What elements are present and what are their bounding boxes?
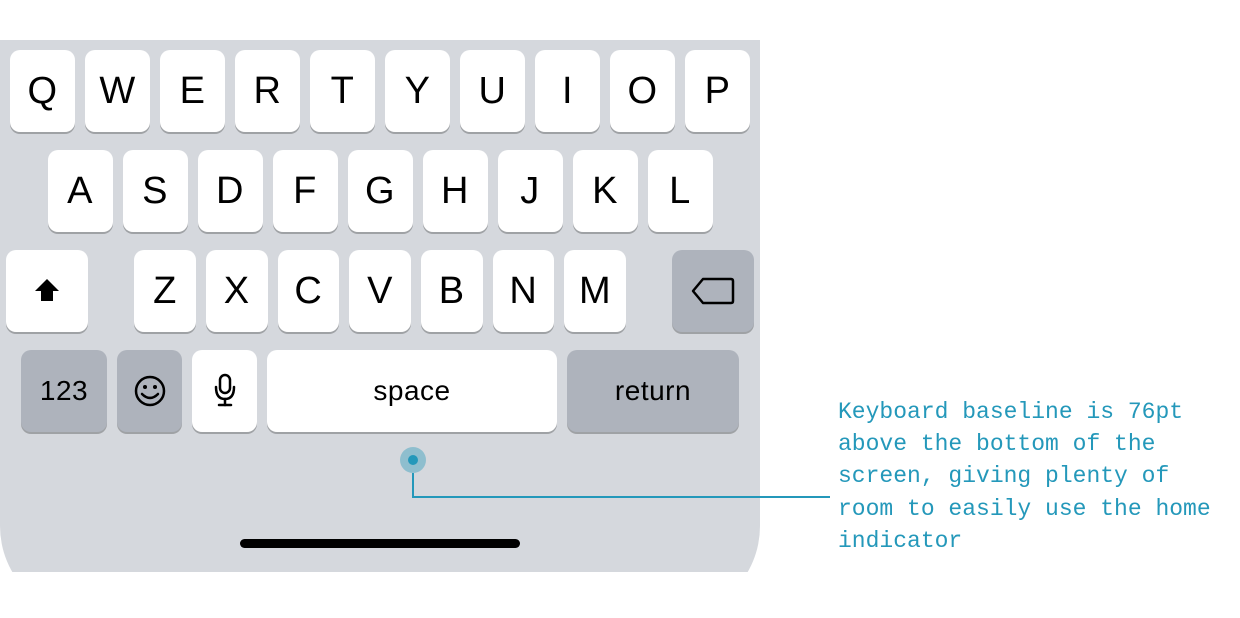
callout-line-vertical	[412, 473, 414, 497]
key-d[interactable]: D	[198, 150, 263, 232]
key-t[interactable]: T	[310, 50, 375, 132]
key-h[interactable]: H	[423, 150, 488, 232]
phone-frame: Q W E R T Y U I O P A S D F G H J K L	[0, 0, 760, 618]
key-e[interactable]: E	[160, 50, 225, 132]
content-area	[10, 0, 750, 40]
key-q[interactable]: Q	[10, 50, 75, 132]
key-w[interactable]: W	[85, 50, 150, 132]
key-b[interactable]: B	[421, 250, 483, 332]
key-r[interactable]: R	[235, 50, 300, 132]
key-backspace[interactable]	[672, 250, 754, 332]
home-indicator[interactable]	[240, 539, 520, 548]
key-mic[interactable]	[192, 350, 257, 432]
key-v[interactable]: V	[349, 250, 411, 332]
emoji-icon	[133, 374, 167, 408]
key-p[interactable]: P	[685, 50, 750, 132]
key-z[interactable]: Z	[134, 250, 196, 332]
key-s[interactable]: S	[123, 150, 188, 232]
key-space[interactable]: space	[267, 350, 557, 432]
key-g[interactable]: G	[348, 150, 413, 232]
mic-icon	[211, 373, 239, 409]
keyboard-row-3: Z X C V B N M	[6, 250, 754, 332]
key-o[interactable]: O	[610, 50, 675, 132]
key-l[interactable]: L	[648, 150, 713, 232]
key-a[interactable]: A	[48, 150, 113, 232]
key-return[interactable]: return	[567, 350, 739, 432]
keyboard-row-2: A S D F G H J K L	[6, 150, 754, 232]
key-k[interactable]: K	[573, 150, 638, 232]
keyboard-row-1: Q W E R T Y U I O P	[6, 50, 754, 132]
key-n[interactable]: N	[493, 250, 555, 332]
spacer	[636, 250, 663, 332]
key-i[interactable]: I	[535, 50, 600, 132]
key-emoji[interactable]	[117, 350, 182, 432]
key-c[interactable]: C	[278, 250, 340, 332]
key-u[interactable]: U	[460, 50, 525, 132]
key-123[interactable]: 123	[21, 350, 107, 432]
key-f[interactable]: F	[273, 150, 338, 232]
keyboard: Q W E R T Y U I O P A S D F G H J K L	[0, 40, 760, 440]
callout-line-horizontal	[412, 496, 830, 498]
backspace-icon	[691, 276, 735, 306]
spacer	[98, 250, 125, 332]
callout-dot	[408, 455, 418, 465]
key-y[interactable]: Y	[385, 50, 450, 132]
key-x[interactable]: X	[206, 250, 268, 332]
keyboard-row-4: 123 space return	[6, 350, 754, 432]
key-shift[interactable]	[6, 250, 88, 332]
key-m[interactable]: M	[564, 250, 626, 332]
below-keyboard-area	[0, 440, 760, 572]
callout-marker	[400, 447, 426, 473]
key-j[interactable]: J	[498, 150, 563, 232]
shift-icon	[31, 275, 63, 307]
annotation-text: Keyboard baseline is 76pt above the bott…	[838, 396, 1228, 557]
